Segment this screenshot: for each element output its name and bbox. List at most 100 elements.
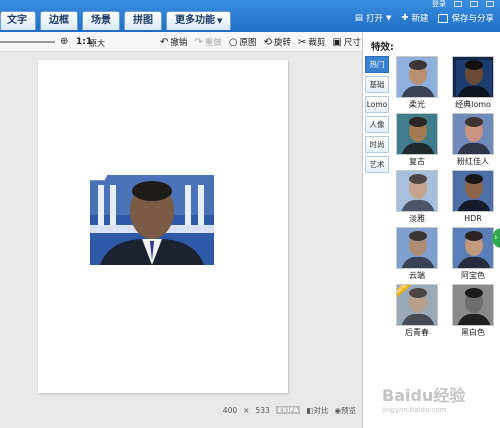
rotate-icon: ⟲ bbox=[263, 36, 272, 48]
image-width: 400 bbox=[222, 405, 238, 415]
watermark-text: Baidu经验 bbox=[382, 386, 466, 405]
undo-label: 撤销 bbox=[170, 38, 188, 48]
edit-toolbar: ⊕ 1:1 原大 ↶ 撤销 ↷ 重做 ○ 原图 ⟲ 旋转 ✂ 裁剪 ▣ 尺寸 bbox=[0, 32, 362, 52]
redo-button[interactable]: ↷ 重做 bbox=[194, 36, 222, 49]
effect-hdr[interactable]: HDR bbox=[448, 170, 498, 224]
category-portrait[interactable]: 人像 bbox=[365, 116, 389, 133]
effect-youth[interactable]: NEW 后青春 bbox=[392, 284, 442, 338]
category-basic[interactable]: 基础 bbox=[365, 76, 389, 93]
effect-thumbnail bbox=[452, 56, 494, 98]
title-strip: 登录 bbox=[0, 0, 500, 8]
status-bar: 400 × 533 EXIFA ◧对比 ◉预览 bbox=[0, 403, 362, 417]
effect-thumbnail bbox=[452, 113, 494, 155]
new-button[interactable]: ✚ 新建 bbox=[401, 12, 428, 24]
size-button[interactable]: ▣ 尺寸 bbox=[332, 36, 361, 49]
tab-more-label: 更多功能 bbox=[175, 15, 215, 26]
tab-border[interactable]: 边框 bbox=[40, 11, 78, 30]
effect-thumbnail: NEW bbox=[396, 284, 438, 326]
rotate-button[interactable]: ⟲ 旋转 bbox=[263, 36, 291, 49]
effect-grid: 柔光 经典lomo 复古 粉红佳人 淡雅 HDR 云端 阿宝色 NEW 后青春 … bbox=[392, 56, 500, 338]
open-label: 打开 bbox=[365, 14, 383, 24]
crop-button[interactable]: ✂ 裁剪 bbox=[297, 36, 326, 49]
crop-icon: ✂ bbox=[297, 36, 307, 48]
new-label: 新建 bbox=[411, 14, 429, 24]
category-lomo[interactable]: Lomo bbox=[365, 96, 389, 113]
effect-label: 黑白色 bbox=[461, 328, 485, 337]
original-button[interactable]: ○ 原图 bbox=[228, 36, 257, 49]
maximize-button[interactable] bbox=[470, 1, 478, 7]
tab-collage[interactable]: 拼图 bbox=[124, 11, 162, 30]
open-button[interactable]: ▤ 打开 ▼ bbox=[355, 12, 391, 24]
main-tabs: 文字 边框 场景 拼图 更多功能 ▼ bbox=[0, 11, 232, 31]
save-label: 保存与分享 bbox=[451, 14, 494, 24]
image-height: 533 bbox=[255, 405, 270, 415]
panel-title: 特效: bbox=[371, 42, 394, 53]
preview-label: 预览 bbox=[341, 405, 356, 415]
chevron-down-icon: ▼ bbox=[217, 17, 223, 25]
minimize-button[interactable] bbox=[454, 1, 462, 7]
tab-text[interactable]: 文字 bbox=[0, 11, 36, 30]
effect-elegant[interactable]: 淡雅 bbox=[392, 170, 442, 224]
undo-button[interactable]: ↶ 撤销 bbox=[160, 36, 188, 49]
tool-group: ↶ 撤销 ↷ 重做 ○ 原图 ⟲ 旋转 ✂ 裁剪 ▣ 尺寸 bbox=[160, 36, 361, 49]
effect-label: 淡雅 bbox=[409, 214, 425, 223]
effect-thumbnail bbox=[396, 227, 438, 269]
effect-pink-lady[interactable]: 粉红佳人 bbox=[448, 113, 498, 167]
effects-panel: 特效: 热门 基础 Lomo 人像 时尚 艺术 柔光 经典lomo 复古 粉红佳… bbox=[362, 32, 500, 428]
effect-label: 后青春 bbox=[405, 328, 429, 337]
exif-badge[interactable]: EXIFA bbox=[275, 406, 301, 414]
file-actions: ▤ 打开 ▼ ✚ 新建 保存与分享 bbox=[355, 12, 494, 24]
effect-retro[interactable]: 复古 bbox=[392, 113, 442, 167]
effect-label: 粉红佳人 bbox=[457, 157, 489, 166]
zoom-slider[interactable] bbox=[0, 41, 55, 43]
portrait-image bbox=[90, 175, 214, 265]
effect-categories: 热门 基础 Lomo 人像 时尚 艺术 bbox=[365, 56, 389, 173]
effect-thumbnail bbox=[452, 284, 494, 326]
effect-thumbnail bbox=[396, 170, 438, 212]
rotate-label: 旋转 bbox=[273, 38, 291, 48]
effect-thumbnail bbox=[396, 56, 438, 98]
preview-button[interactable]: ◉预览 bbox=[334, 405, 356, 416]
canvas-paper bbox=[38, 60, 288, 393]
effect-abao[interactable]: 阿宝色 bbox=[448, 227, 498, 281]
effect-thumbnail bbox=[452, 170, 494, 212]
user-login[interactable]: 登录 bbox=[432, 0, 446, 9]
redo-label: 重做 bbox=[204, 38, 222, 48]
original-label: 原图 bbox=[239, 38, 257, 48]
save-icon bbox=[438, 13, 449, 23]
times-sign: × bbox=[243, 405, 250, 415]
effect-label: 经典lomo bbox=[455, 100, 491, 109]
crop-label: 裁剪 bbox=[308, 38, 326, 48]
undo-icon: ↶ bbox=[160, 36, 169, 48]
size-label: 尺寸 bbox=[343, 38, 361, 48]
save-share-button[interactable]: 保存与分享 bbox=[438, 12, 494, 24]
compare-button[interactable]: ◧对比 bbox=[306, 405, 328, 416]
top-bar: 登录 文字 边框 场景 拼图 更多功能 ▼ ▤ 打开 ▼ ✚ 新建 保存与分享 bbox=[0, 0, 500, 32]
effect-soft-light[interactable]: 柔光 bbox=[392, 56, 442, 110]
effect-cloud[interactable]: 云端 bbox=[392, 227, 442, 281]
original-size-label[interactable]: 原大 bbox=[89, 38, 105, 49]
effect-label: 复古 bbox=[409, 157, 425, 166]
effect-classic-lomo[interactable]: 经典lomo bbox=[448, 56, 498, 110]
watermark-sub: jingyan.baidu.com bbox=[382, 406, 447, 414]
redo-icon: ↷ bbox=[194, 36, 203, 48]
effect-black-white[interactable]: 黑白色 bbox=[448, 284, 498, 338]
canvas-area: 400 × 533 EXIFA ◧对比 ◉预览 bbox=[0, 53, 362, 428]
new-file-icon: ✚ bbox=[401, 13, 409, 23]
effect-label: 阿宝色 bbox=[461, 271, 485, 280]
zoom-icon[interactable]: ⊕ bbox=[60, 36, 68, 47]
watermark: Baidu经验 jingyan.baidu.com bbox=[382, 382, 465, 414]
effect-label: 柔光 bbox=[409, 100, 425, 109]
category-hot[interactable]: 热门 bbox=[365, 56, 389, 73]
size-icon: ▣ bbox=[332, 36, 342, 48]
tab-scene[interactable]: 场景 bbox=[82, 11, 120, 30]
close-button[interactable] bbox=[486, 1, 494, 7]
category-art[interactable]: 艺术 bbox=[365, 156, 389, 173]
folder-icon: ▤ bbox=[354, 13, 363, 23]
category-fashion[interactable]: 时尚 bbox=[365, 136, 389, 153]
effect-label: 云端 bbox=[409, 271, 425, 280]
edited-photo[interactable] bbox=[90, 175, 214, 265]
tab-more[interactable]: 更多功能 ▼ bbox=[166, 11, 232, 30]
original-icon: ○ bbox=[228, 36, 238, 48]
effect-thumbnail bbox=[396, 113, 438, 155]
